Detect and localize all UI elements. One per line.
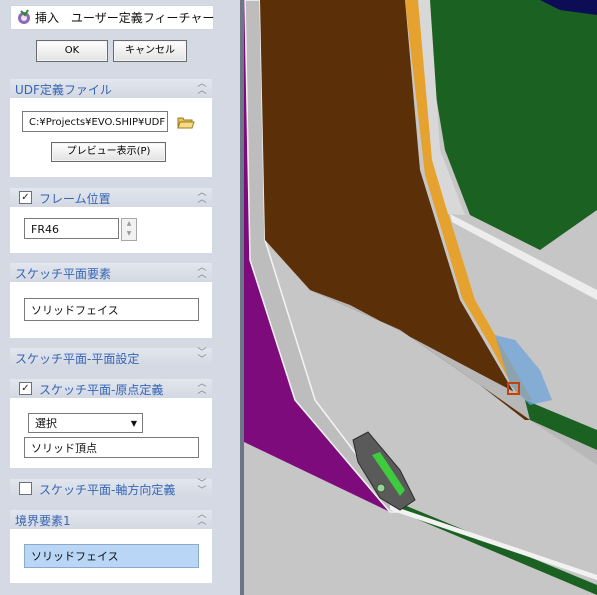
- dropdown-arrow-icon[interactable]: ▼: [131, 414, 137, 432]
- collapse-chevron-icon[interactable]: ︿ ︿: [195, 189, 209, 205]
- boundary-element-title: 境界要素1: [15, 514, 71, 528]
- sketch-axis-title: スケッチ平面-軸方向定義: [39, 483, 176, 497]
- 3d-viewport[interactable]: [240, 0, 597, 595]
- frame-section-title: フレーム位置: [39, 192, 111, 206]
- property-panel: 挿入 ユーザー定義フィーチャー OK キャンセル UDF定義ファイル ︿ ︿ C:…: [0, 0, 241, 595]
- origin-vertex-field[interactable]: ソリッド頂点: [24, 437, 199, 458]
- collapse-chevron-icon[interactable]: ︿ ︿: [195, 80, 209, 96]
- sketch-axis-header[interactable]: スケッチ平面-軸方向定義 ﹀ ﹀: [10, 479, 212, 498]
- sketch-plane-element-header[interactable]: スケッチ平面要素 ︿ ︿: [10, 263, 212, 282]
- udf-file-section-header[interactable]: UDF定義ファイル ︿ ︿: [10, 79, 212, 98]
- collapse-chevron-icon[interactable]: ︿ ︿: [195, 264, 209, 280]
- expand-chevron-icon[interactable]: ﹀ ﹀: [195, 349, 209, 365]
- frame-spinner[interactable]: ▲ ▼: [121, 218, 137, 241]
- expand-chevron-icon[interactable]: ﹀ ﹀: [195, 480, 209, 496]
- frame-section-header[interactable]: ✓ フレーム位置 ︿ ︿: [10, 188, 212, 207]
- dialog-title: 挿入 ユーザー定義フィーチャー: [35, 11, 215, 25]
- origin-method-select[interactable]: 選択 ▼: [28, 413, 143, 433]
- sketch-plane-setting-header[interactable]: スケッチ平面-平面設定 ﹀ ﹀: [10, 348, 212, 367]
- frame-section-body: FR46 ▲ ▼: [10, 207, 212, 253]
- sketch-plane-element-title: スケッチ平面要素: [15, 267, 112, 281]
- cancel-button[interactable]: キャンセル: [113, 40, 187, 62]
- frame-position-input[interactable]: FR46: [24, 218, 119, 239]
- sketch-origin-header[interactable]: ✓ スケッチ平面-原点定義 ︿ ︿: [10, 379, 212, 398]
- frame-checkbox[interactable]: ✓: [19, 191, 32, 204]
- dialog-title-bar: 挿入 ユーザー定義フィーチャー: [10, 5, 214, 30]
- boundary-element-header[interactable]: 境界要素1 ︿ ︿: [10, 510, 212, 529]
- boundary-element-body: ソリッドフェイス: [10, 529, 212, 583]
- viewport-border: [240, 0, 244, 595]
- udf-path-field[interactable]: C:¥Projects¥EVO.SHIP¥UDF: [22, 111, 168, 132]
- sketch-origin-title: スケッチ平面-原点定義: [39, 383, 164, 397]
- sketch-plane-setting-title: スケッチ平面-平面設定: [15, 352, 140, 366]
- udf-file-section-title: UDF定義ファイル: [15, 83, 112, 97]
- boundary-element-field[interactable]: ソリッドフェイス: [24, 544, 199, 568]
- collapse-chevron-icon[interactable]: ︿ ︿: [195, 380, 209, 396]
- origin-method-value: 選択: [35, 417, 57, 430]
- ok-button[interactable]: OK: [36, 40, 108, 62]
- preview-button[interactable]: プレビュー表示(P): [51, 142, 166, 162]
- udf-file-section-body: C:¥Projects¥EVO.SHIP¥UDF プレビュー表示(P): [10, 98, 212, 177]
- ship-model-render[interactable]: [240, 0, 597, 595]
- collapse-chevron-icon[interactable]: ︿ ︿: [195, 511, 209, 527]
- vertex-point-icon[interactable]: [376, 483, 386, 493]
- udf-insert-icon: [18, 9, 30, 24]
- sketch-axis-checkbox[interactable]: [19, 482, 32, 495]
- sketch-origin-checkbox[interactable]: ✓: [19, 382, 32, 395]
- sketch-plane-element-body: ソリッドフェイス: [10, 282, 212, 338]
- folder-open-icon[interactable]: [177, 114, 195, 130]
- sketch-plane-element-field[interactable]: ソリッドフェイス: [24, 298, 199, 321]
- sketch-origin-body: 選択 ▼ ソリッド頂点: [10, 398, 212, 468]
